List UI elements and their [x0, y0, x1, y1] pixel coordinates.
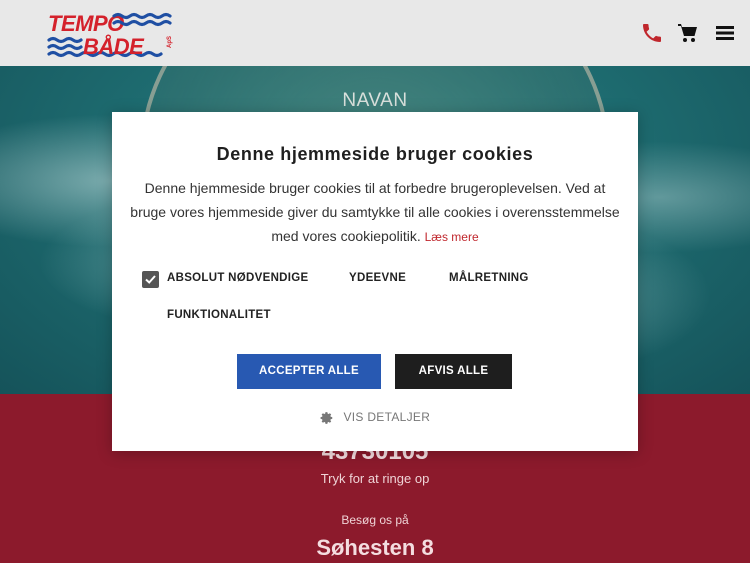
accept-all-button[interactable]: ACCEPTER ALLE	[237, 354, 381, 389]
read-more-link[interactable]: Læs mere	[425, 230, 479, 244]
checkmark-icon	[145, 275, 156, 284]
show-details-link[interactable]: VIS DETALJER	[112, 410, 638, 425]
cookie-consent-dialog: Denne hjemmeside bruger cookies Denne hj…	[112, 112, 638, 451]
menu-icon[interactable]	[713, 21, 737, 45]
gear-icon	[320, 411, 333, 424]
site-header: TEMPO BÅDE ApS	[0, 0, 750, 66]
cookie-dialog-body: Denne hjemmeside bruger cookies til at f…	[130, 180, 620, 244]
checkbox-strictly-necessary[interactable]	[142, 271, 159, 288]
option-strictly-necessary[interactable]: ABSOLUT NØDVENDIGE	[167, 272, 309, 284]
logo-suffix: ApS	[167, 36, 173, 48]
option-targeting[interactable]: MÅLRETNING	[449, 272, 529, 284]
cookie-dialog-text: Denne hjemmeside bruger cookies til at f…	[130, 176, 620, 249]
logo[interactable]: TEMPO BÅDE ApS	[47, 11, 177, 59]
show-details-label: VIS DETALJER	[343, 410, 431, 424]
cookie-dialog-title: Denne hjemmeside bruger cookies	[216, 144, 534, 164]
option-performance[interactable]: YDEEVNE	[349, 272, 406, 284]
logo-text-bottom: BÅDE	[83, 34, 144, 59]
option-functionality[interactable]: FUNKTIONALITET	[167, 309, 271, 321]
phone-icon[interactable]	[640, 21, 664, 45]
reject-all-button[interactable]: AFVIS ALLE	[395, 354, 512, 389]
cart-icon[interactable]	[676, 21, 700, 45]
